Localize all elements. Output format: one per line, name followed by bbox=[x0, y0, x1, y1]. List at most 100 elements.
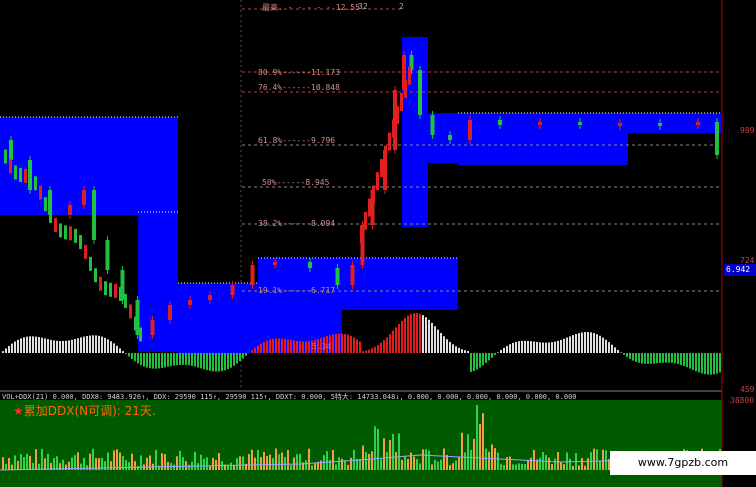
macd-bar bbox=[380, 342, 382, 353]
macd-bar bbox=[437, 329, 439, 353]
indicator-bar bbox=[521, 463, 523, 470]
macd-bar bbox=[350, 335, 352, 353]
indicator-bar bbox=[257, 450, 259, 470]
macd-bar bbox=[605, 339, 607, 353]
fib-label-38: 38.2%------8.094 bbox=[258, 219, 336, 228]
candle bbox=[39, 185, 42, 200]
indicator-bar bbox=[254, 457, 256, 470]
macd-bar bbox=[491, 353, 493, 358]
macd-bar bbox=[455, 346, 457, 353]
indicator-bar bbox=[308, 448, 310, 470]
chip-block bbox=[628, 113, 722, 133]
indicator-bar bbox=[185, 460, 187, 470]
fib-label-19: 19.1%------6.717 bbox=[258, 286, 336, 295]
count-b: 2 bbox=[399, 2, 404, 11]
macd-bar bbox=[116, 345, 118, 353]
indicator-bar bbox=[167, 461, 169, 470]
macd-bar bbox=[62, 340, 64, 353]
indicator-bar bbox=[341, 458, 343, 470]
indicator-bar bbox=[434, 459, 436, 470]
macd-bar bbox=[695, 353, 697, 372]
indicator-bar bbox=[89, 453, 91, 470]
macd-bar bbox=[626, 353, 628, 358]
macd-bar bbox=[29, 336, 31, 353]
macd-bar bbox=[419, 313, 421, 353]
macd-bar bbox=[407, 315, 409, 353]
macd-bar bbox=[581, 332, 583, 353]
candle bbox=[34, 176, 37, 191]
macd-bar bbox=[704, 353, 706, 375]
chip-block bbox=[342, 258, 458, 310]
macd-bar bbox=[422, 315, 424, 353]
macd-bar bbox=[575, 334, 577, 353]
macd-bar bbox=[11, 343, 13, 353]
indicator-bar bbox=[44, 458, 46, 470]
candle bbox=[84, 244, 87, 259]
macd-bar bbox=[647, 353, 649, 364]
indicator-bar bbox=[233, 465, 235, 470]
indicator-bar bbox=[452, 463, 454, 470]
indicator-bar bbox=[401, 459, 403, 470]
macd-bar bbox=[305, 341, 307, 353]
macd-bar bbox=[716, 353, 718, 374]
indicator-bar bbox=[248, 454, 250, 470]
indicator-bar bbox=[188, 464, 190, 470]
macd-bar bbox=[587, 332, 589, 353]
macd-bar bbox=[377, 344, 379, 353]
macd-bar bbox=[560, 339, 562, 353]
macd-bar bbox=[446, 339, 448, 353]
indicator-bar bbox=[446, 454, 448, 470]
indicator-bar bbox=[491, 444, 493, 470]
candle bbox=[360, 225, 363, 243]
macd-bar bbox=[371, 348, 373, 353]
macd-bar bbox=[35, 336, 37, 353]
indicator-bar bbox=[281, 452, 283, 470]
macd-bar bbox=[14, 341, 16, 353]
macd-bar bbox=[335, 333, 337, 353]
indicator-bar bbox=[203, 458, 205, 470]
macd-bar bbox=[281, 338, 283, 353]
macd-bar bbox=[389, 334, 391, 353]
macd-bar bbox=[287, 339, 289, 353]
macd-bar bbox=[74, 339, 76, 353]
candle bbox=[64, 225, 67, 240]
chip-block bbox=[458, 113, 628, 165]
fib-label-61: 61.8%------9.796 bbox=[258, 136, 336, 145]
macd-bar bbox=[365, 350, 367, 353]
indicator-bar bbox=[596, 449, 598, 470]
candle bbox=[4, 149, 7, 164]
indicator-bar bbox=[350, 457, 352, 470]
macd-bar bbox=[719, 353, 721, 373]
macd-bar bbox=[188, 353, 190, 366]
macd-bar bbox=[503, 347, 505, 353]
macd-bar bbox=[413, 313, 415, 353]
indicator-bar bbox=[335, 464, 337, 470]
macd-bar bbox=[398, 323, 400, 353]
indicator-bar bbox=[128, 462, 130, 470]
indicator-bar bbox=[311, 465, 313, 470]
macd-bar bbox=[230, 353, 232, 368]
macd-bar bbox=[215, 353, 217, 372]
macd-bar bbox=[464, 350, 466, 353]
macd-bar bbox=[242, 353, 244, 359]
indicator-bar bbox=[23, 457, 25, 470]
indicator-bar bbox=[461, 432, 463, 470]
indicator-bar bbox=[338, 457, 340, 470]
macd-bar bbox=[38, 337, 40, 353]
macd-bar bbox=[458, 347, 460, 353]
macd-bar bbox=[92, 335, 94, 353]
macd-bar bbox=[131, 353, 133, 360]
macd-bar bbox=[254, 347, 256, 353]
indicator-bar bbox=[314, 462, 316, 470]
macd-bar bbox=[89, 335, 91, 353]
indicator-bar bbox=[458, 456, 460, 470]
indicator-bar bbox=[449, 465, 451, 470]
indicator-bar bbox=[386, 452, 388, 470]
macd-bar bbox=[494, 353, 496, 356]
indicator-bar bbox=[377, 428, 379, 470]
indicator-bar bbox=[413, 456, 415, 470]
macd-bar bbox=[653, 353, 655, 364]
macd-bar bbox=[158, 353, 160, 369]
macd-bar bbox=[632, 353, 634, 361]
indicator-bar bbox=[599, 460, 601, 470]
